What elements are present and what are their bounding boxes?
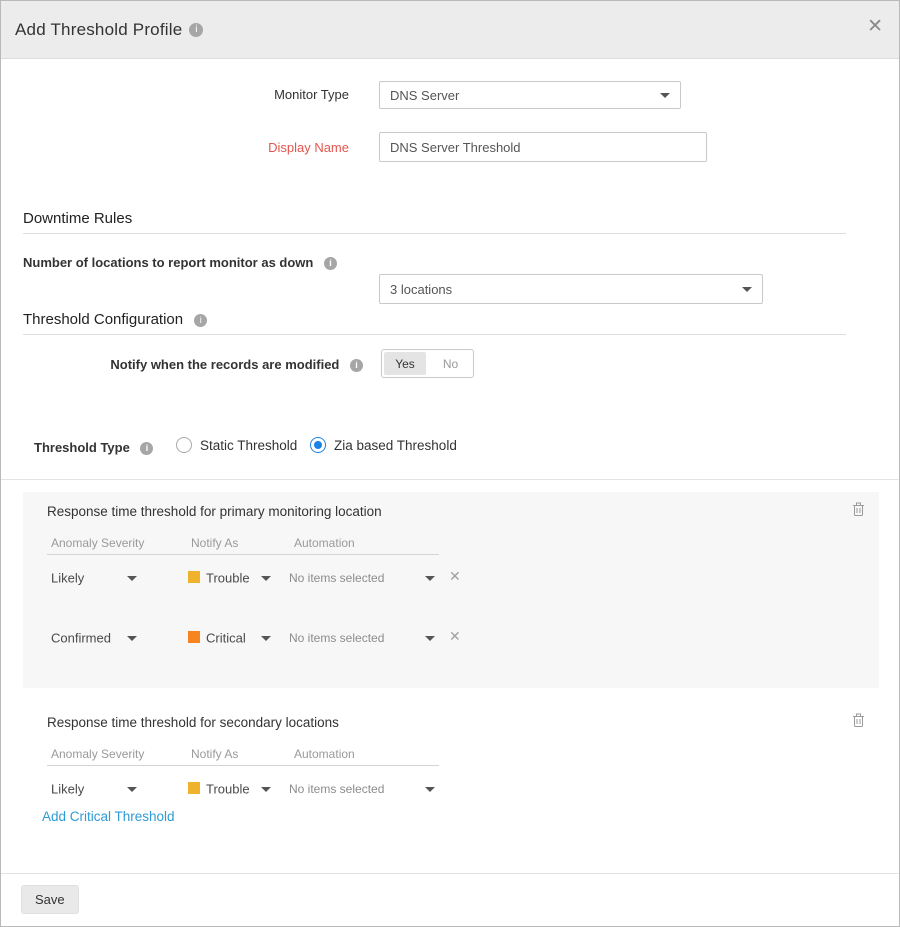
threshold-type-label: Threshold Type i	[34, 440, 153, 455]
notify-toggle: Yes No	[381, 349, 474, 378]
severity-color-swatch	[188, 631, 200, 643]
static-threshold-option[interactable]: Static Threshold	[176, 437, 297, 453]
col-automation: Automation	[294, 747, 355, 761]
chevron-down-icon[interactable]	[425, 576, 435, 581]
monitor-type-label: Monitor Type	[1, 87, 349, 102]
chevron-down-icon[interactable]	[127, 636, 137, 641]
divider	[47, 765, 439, 766]
info-icon[interactable]: i	[140, 442, 153, 455]
primary-threshold-panel: Response time threshold for primary moni…	[23, 492, 879, 688]
divider	[47, 554, 439, 555]
secondary-threshold-panel: Response time threshold for secondary lo…	[23, 703, 879, 863]
remove-row-icon[interactable]: ✕	[449, 568, 461, 585]
chevron-down-icon	[742, 287, 752, 292]
notify-as-select[interactable]: Trouble	[206, 571, 250, 586]
downtime-rules-title: Downtime Rules	[23, 210, 132, 227]
notify-as-select[interactable]: Critical	[206, 631, 246, 646]
trash-icon[interactable]	[852, 502, 865, 522]
static-threshold-label: Static Threshold	[200, 438, 297, 453]
chevron-down-icon[interactable]	[261, 636, 271, 641]
info-icon[interactable]: i	[189, 23, 203, 37]
col-notify-as: Notify As	[191, 536, 238, 550]
severity-select[interactable]: Confirmed	[51, 631, 111, 646]
threshold-config-title-text: Threshold Configuration	[23, 311, 183, 328]
trash-icon[interactable]	[852, 713, 865, 733]
automation-select[interactable]: No items selected	[289, 631, 384, 645]
chevron-down-icon[interactable]	[425, 787, 435, 792]
severity-select[interactable]: Likely	[51, 782, 84, 797]
primary-panel-title: Response time threshold for primary moni…	[47, 504, 382, 519]
info-icon[interactable]: i	[194, 314, 207, 327]
chevron-down-icon[interactable]	[127, 787, 137, 792]
table-row: Likely Trouble No items selected ✕	[23, 560, 879, 596]
add-critical-threshold-link[interactable]: Add Critical Threshold	[42, 809, 175, 824]
monitor-type-select[interactable]: DNS Server	[379, 81, 681, 109]
threshold-config-title: Threshold Configuration i	[23, 311, 207, 328]
save-button[interactable]: Save	[21, 885, 79, 914]
zia-threshold-label: Zia based Threshold	[334, 438, 457, 453]
col-anomaly-severity: Anomaly Severity	[51, 536, 144, 550]
severity-color-swatch	[188, 782, 200, 794]
chevron-down-icon[interactable]	[261, 787, 271, 792]
chevron-down-icon[interactable]	[127, 576, 137, 581]
divider	[23, 334, 846, 335]
display-name-label: Display Name	[1, 140, 349, 155]
table-row: Confirmed Critical No items selected ✕	[23, 620, 879, 656]
chevron-down-icon[interactable]	[425, 636, 435, 641]
locations-label-text: Number of locations to report monitor as…	[23, 255, 313, 270]
radio-checked-icon[interactable]	[310, 437, 326, 453]
secondary-panel-title: Response time threshold for secondary lo…	[47, 715, 339, 730]
col-notify-as: Notify As	[191, 747, 238, 761]
radio-unchecked-icon[interactable]	[176, 437, 192, 453]
page-title: Add Threshold Profile	[15, 20, 182, 40]
threshold-panels-section: Response time threshold for primary moni…	[1, 479, 900, 874]
severity-select[interactable]: Likely	[51, 571, 84, 586]
zia-threshold-option[interactable]: Zia based Threshold	[310, 437, 457, 453]
info-icon[interactable]: i	[350, 359, 363, 372]
automation-select[interactable]: No items selected	[289, 571, 384, 585]
remove-row-icon[interactable]: ✕	[449, 628, 461, 645]
col-automation: Automation	[294, 536, 355, 550]
notify-yes-button[interactable]: Yes	[384, 352, 426, 375]
notify-no-button[interactable]: No	[428, 350, 473, 377]
locations-value: 3 locations	[390, 282, 452, 297]
add-threshold-profile-dialog: Add Threshold Profile i ✕ Monitor Type D…	[0, 0, 900, 927]
locations-label: Number of locations to report monitor as…	[23, 255, 337, 270]
automation-select[interactable]: No items selected	[289, 782, 384, 796]
chevron-down-icon	[660, 93, 670, 98]
info-icon[interactable]: i	[324, 257, 337, 270]
col-anomaly-severity: Anomaly Severity	[51, 747, 144, 761]
notify-label-text: Notify when the records are modified	[110, 357, 339, 372]
close-icon[interactable]: ✕	[867, 17, 883, 36]
dialog-header: Add Threshold Profile i ✕	[1, 1, 899, 59]
chevron-down-icon[interactable]	[261, 576, 271, 581]
notify-label: Notify when the records are modified i	[15, 357, 363, 372]
severity-color-swatch	[188, 571, 200, 583]
display-name-input[interactable]	[379, 132, 707, 162]
locations-select[interactable]: 3 locations	[379, 274, 763, 304]
monitor-type-value: DNS Server	[390, 88, 459, 103]
notify-as-select[interactable]: Trouble	[206, 782, 250, 797]
divider	[23, 233, 846, 234]
table-row: Likely Trouble No items selected	[23, 771, 879, 807]
threshold-type-label-text: Threshold Type	[34, 440, 130, 455]
